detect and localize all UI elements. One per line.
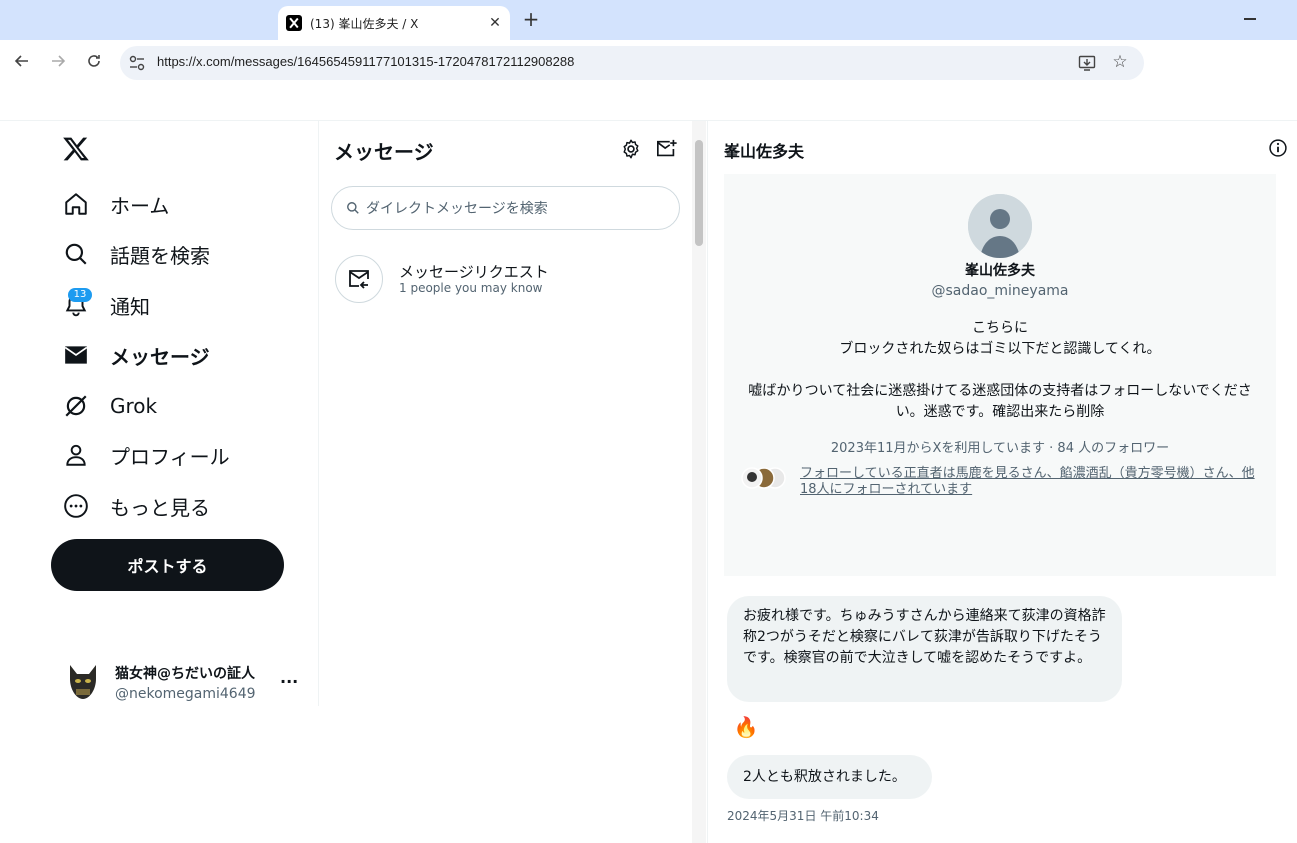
followed-by-link[interactable]: フォローしている正直者は馬鹿を見るさん、餡濃酒乱（貴方零号機）さん、他18人にフ…: [800, 466, 1260, 498]
tab-title: (13) 峯山佐多夫 / X: [310, 16, 419, 31]
left-divider: [318, 121, 319, 706]
arrow-right-icon: [52, 55, 66, 67]
search-icon: [347, 202, 359, 214]
message-bubble[interactable]: 2人とも釈放されました。: [727, 755, 932, 799]
forward-button[interactable]: [46, 52, 70, 76]
person-icon: [62, 441, 90, 469]
new-tab-button[interactable]: +: [520, 8, 542, 30]
message-request-title[interactable]: メッセージリクエスト: [399, 261, 549, 282]
nav-messages-label: メッセージ: [110, 344, 210, 369]
site-settings-icon[interactable]: [128, 54, 146, 72]
nav-explore-label: 話題を検索: [110, 243, 210, 268]
followers-avatars[interactable]: [740, 466, 788, 490]
browser-tab[interactable]: (13) 峯山佐多夫 / X ✕: [278, 6, 510, 40]
scrollbar-thumb[interactable]: [695, 140, 703, 246]
reload-button[interactable]: [82, 52, 106, 76]
back-button[interactable]: [10, 52, 34, 76]
account-more-icon[interactable]: ···: [280, 672, 298, 691]
nav-home-label: ホーム: [110, 193, 170, 218]
nav-messages[interactable]: メッセージ: [62, 333, 210, 377]
mail-arrow-icon: [349, 270, 369, 289]
nav-home[interactable]: ホーム: [62, 182, 169, 226]
arrow-left-icon: [14, 55, 28, 67]
account-avatar[interactable]: [66, 663, 100, 701]
bookmark-star-icon[interactable]: ☆: [1110, 52, 1130, 72]
info-icon[interactable]: [1268, 138, 1288, 158]
nav-profile-label: プロフィール: [110, 444, 230, 469]
nav-grok-label: Grok: [110, 394, 158, 418]
messages-heading: メッセージ: [334, 140, 434, 164]
middle-divider: [707, 121, 708, 843]
profile-name: 峯山佐多夫: [965, 263, 1035, 279]
nav-grok[interactable]: Grok: [62, 384, 157, 428]
nav-notifications-label: 通知: [110, 294, 150, 319]
profile-handle: @sadao_mineyama: [931, 283, 1069, 299]
fire-reaction-icon[interactable]: 🔥: [731, 712, 761, 742]
x-favicon-icon: [286, 15, 302, 31]
tab-close-icon[interactable]: ✕: [484, 15, 506, 31]
more-circle-icon: [62, 492, 90, 520]
nav-more-label: もっと見る: [110, 495, 210, 520]
notification-badge: 13: [68, 288, 92, 302]
dm-search-input[interactable]: ダイレクトメッセージを検索: [331, 186, 680, 230]
account-handle: @nekomegami4649: [115, 686, 256, 702]
message-bubble[interactable]: お疲れ様です。ちゅみうすさんから連絡来て荻津の資格詐称2つがうそだと検察にバレて…: [727, 596, 1122, 702]
minimize-window-icon[interactable]: [1244, 18, 1256, 20]
message-timestamp: 2024年5月31日 午前10:34: [727, 809, 879, 823]
grok-icon: [62, 392, 90, 420]
x-logo-icon[interactable]: [62, 135, 90, 163]
new-message-icon[interactable]: [656, 138, 678, 160]
browser-tabstrip: [0, 0, 1297, 40]
envelope-icon: [62, 341, 90, 369]
conversation-title: 峯山佐多夫: [724, 142, 805, 161]
nav-more[interactable]: もっと見る: [62, 484, 210, 528]
home-icon: [62, 190, 90, 218]
account-name: 猫女神@ちだいの証人: [115, 666, 255, 682]
gear-icon[interactable]: [620, 138, 642, 160]
reload-icon: [88, 55, 100, 67]
page-top-border: [0, 120, 1297, 121]
profile-bio: こちらに ブロックされた奴らはゴミ以下だと認識してくれ。 嘘ばかりついて社会に迷…: [748, 320, 1252, 420]
profile-meta: 2023年11月からXを利用しています · 84 人のフォロワー: [830, 441, 1170, 456]
nav-profile[interactable]: プロフィール: [62, 433, 230, 477]
message-request-button[interactable]: [335, 255, 383, 303]
nav-explore[interactable]: 話題を検索: [62, 232, 210, 276]
dm-search-placeholder: ダイレクトメッセージを検索: [366, 201, 548, 217]
search-icon: [62, 240, 90, 268]
profile-avatar[interactable]: [968, 194, 1032, 258]
url-text[interactable]: https://x.com/messages/16456545911771013…: [157, 54, 574, 69]
message-request-subtitle: 1 people you may know: [399, 281, 543, 295]
post-button[interactable]: ポストする: [51, 539, 284, 591]
reaction-emoji: 🔥: [733, 715, 759, 739]
install-app-icon[interactable]: [1078, 54, 1096, 72]
